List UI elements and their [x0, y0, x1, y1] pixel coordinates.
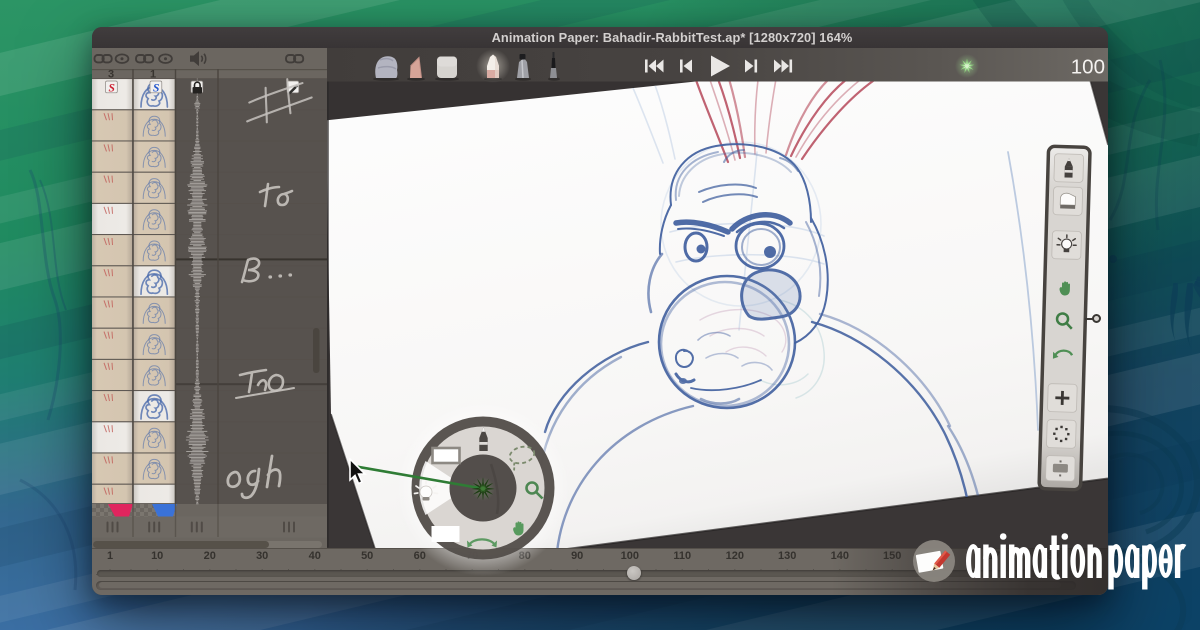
svg-text:100: 100	[1071, 56, 1105, 79]
svg-text:S: S	[153, 83, 159, 95]
svg-text:S: S	[108, 83, 114, 95]
